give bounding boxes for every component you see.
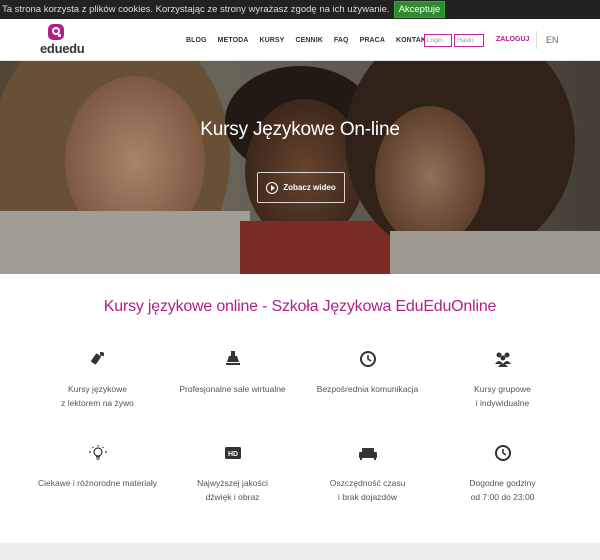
satellite-icon (88, 350, 108, 368)
feature-label: Oszczędność czasu i brak dojazdów (329, 478, 406, 502)
language-switch[interactable]: EN (546, 35, 559, 45)
logo-icon (48, 24, 64, 40)
feature-item: Ciekawe i różnorodne materiały (30, 444, 165, 490)
nav-kursy[interactable]: KURSY (259, 37, 284, 44)
hero-photo (0, 61, 600, 274)
footer-band (0, 543, 600, 560)
feature-label: Kursy językowe z lektorem na żywo (61, 384, 134, 408)
play-icon (266, 181, 279, 194)
logo[interactable]: eduedu (40, 24, 100, 58)
feature-label: Profesjonalne sale wirtualne (179, 384, 286, 394)
watch-video-button[interactable]: Zobacz wideo (257, 172, 345, 203)
nav-blog[interactable]: BLOG (186, 37, 207, 44)
feature-label: Kursy grupowe i indywidualne (474, 384, 531, 408)
clock-icon (358, 350, 378, 368)
feature-item: Oszczędność czasu i brak dojazdów (300, 444, 435, 504)
nav-praca[interactable]: PRACA (360, 37, 385, 44)
login-button[interactable]: ZALOGUJ (496, 36, 529, 43)
login-input[interactable]: Login (424, 34, 452, 47)
nav-cennik[interactable]: CENNIK (295, 37, 322, 44)
hero-title: Kursy Językowe On-line (200, 119, 400, 140)
group-icon (493, 350, 513, 368)
lightbulb-icon (88, 444, 108, 462)
feature-item: Bezpośrednia komunikacja (300, 350, 435, 396)
feature-item: Kursy językowe z lektorem na żywo (30, 350, 165, 410)
clock-icon (493, 444, 513, 462)
feature-label: Dogodne godziny od 7:00 do 23:00 (469, 478, 536, 502)
feature-item: Dogodne godziny od 7:00 do 23:00 (435, 444, 570, 504)
sofa-icon (358, 444, 378, 462)
lamp-icon (223, 350, 243, 368)
watch-video-label: Zobacz wideo (283, 183, 336, 192)
page-title: Kursy językowe online - Szkoła Językowa … (103, 298, 497, 315)
feature-item: Kursy grupowe i indywidualne (435, 350, 570, 410)
cookie-text: Ta strona korzysta z plików cookies. Kor… (2, 4, 390, 15)
cookie-bar: Ta strona korzysta z plików cookies. Kor… (0, 0, 600, 19)
main-nav: BLOG METODA KURSY CENNIK FAQ PRACA KONTA… (186, 19, 430, 61)
nav-metoda[interactable]: METODA (218, 37, 249, 44)
feature-item: Profesjonalne sale wirtualne (165, 350, 300, 396)
divider (536, 31, 537, 49)
nav-faq[interactable]: FAQ (334, 37, 349, 44)
site-header: eduedu BLOG METODA KURSY CENNIK FAQ PRAC… (0, 19, 600, 61)
feature-label: Najwyższej jakości dźwięk i obraz (197, 478, 268, 502)
accept-cookies-button[interactable]: Akceptuje (393, 1, 446, 18)
password-input[interactable]: Hasło (454, 34, 484, 47)
feature-label: Bezpośrednia komunikacja (316, 384, 419, 394)
hd-icon: HD (223, 444, 243, 462)
feature-item: HD Najwyższej jakości dźwięk i obraz (165, 444, 300, 504)
logo-text: eduedu (40, 41, 85, 56)
feature-label: Ciekawe i różnorodne materiały (37, 478, 158, 488)
hero-banner: Kursy Językowe On-line Zobacz wideo (0, 61, 600, 274)
svg-text:HD: HD (227, 451, 237, 458)
